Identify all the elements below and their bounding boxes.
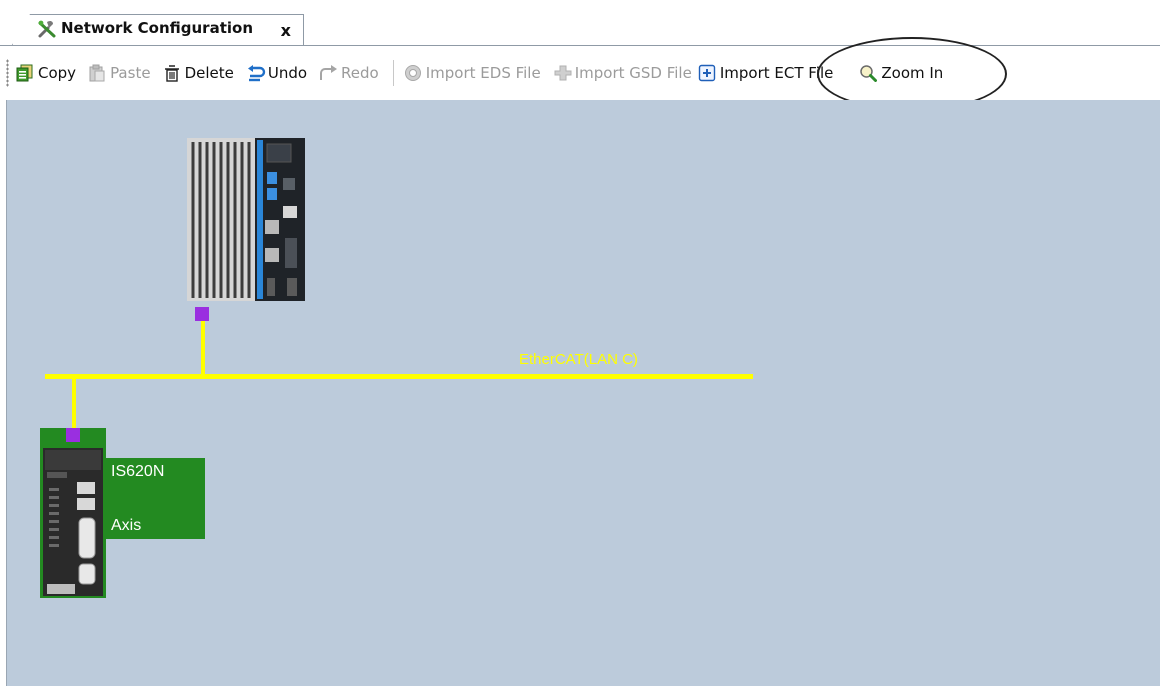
redo-button[interactable]: Redo (319, 59, 379, 87)
controller-device[interactable] (187, 138, 305, 301)
import-gsd-label: Import GSD File (574, 64, 692, 82)
paste-label: Paste (110, 64, 151, 82)
copy-label: Copy (38, 64, 77, 82)
import-eds-icon (404, 64, 422, 82)
servo-drive-device[interactable] (43, 448, 103, 596)
servo-name-label: IS620N (111, 463, 165, 480)
import-eds-label: Import EDS File (425, 64, 541, 82)
redo-icon (319, 64, 338, 82)
controller-bus-link (201, 321, 205, 374)
import-ect-icon (698, 64, 716, 82)
import-gsd-icon (553, 64, 572, 82)
tab-network-configuration[interactable]: Network Configuration x (12, 14, 304, 45)
paste-icon (88, 64, 106, 82)
close-icon[interactable]: x (281, 21, 291, 40)
undo-icon (246, 64, 266, 82)
redo-label: Redo (341, 64, 379, 82)
paste-button[interactable]: Paste (88, 59, 151, 87)
delete-label: Delete (184, 64, 234, 82)
import-eds-button[interactable]: Import EDS File (404, 59, 541, 87)
copy-icon (16, 64, 34, 82)
tab-title: Network Configuration (61, 19, 253, 37)
servo-bus-link (72, 379, 76, 429)
bus-label: EtherCAT(LAN C) (519, 351, 638, 368)
undo-button[interactable]: Undo (246, 59, 307, 87)
toolbar-grip[interactable] (6, 59, 9, 87)
servo-role-label: Axis (111, 517, 142, 534)
network-canvas[interactable] (6, 100, 1160, 686)
controller-port[interactable] (195, 307, 209, 321)
servo-port[interactable] (66, 428, 80, 442)
delete-button[interactable]: Delete (163, 59, 234, 87)
import-ect-button[interactable]: Import ECT File (698, 59, 833, 87)
delete-icon (163, 64, 181, 82)
undo-label: Undo (267, 64, 308, 82)
toolbar-separator (392, 60, 394, 86)
network-config-icon (37, 19, 56, 38)
copy-button[interactable]: Copy (16, 59, 76, 87)
tab-bar: Network Configuration x (0, 0, 1160, 46)
import-gsd-button[interactable]: Import GSD File (553, 59, 692, 87)
ethercat-bus-line[interactable] (45, 374, 753, 379)
